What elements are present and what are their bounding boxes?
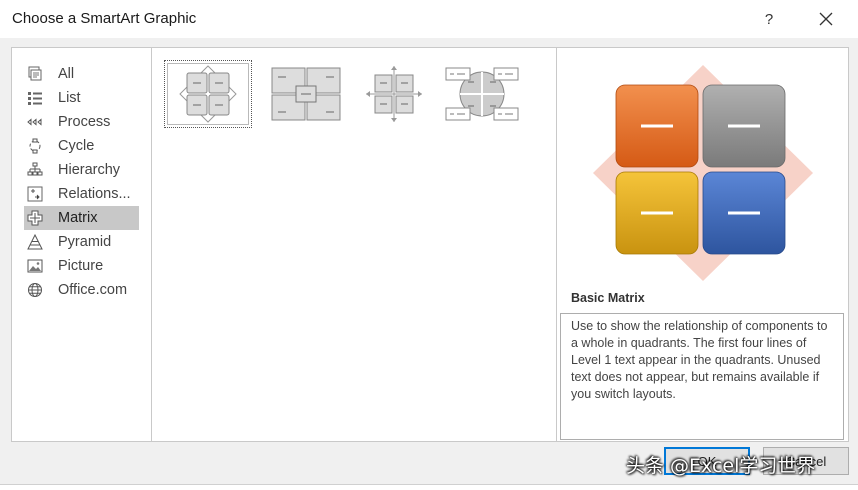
sheet-strip (0, 484, 858, 490)
all-icon (24, 66, 58, 82)
titled-matrix-thumbnail-icon (271, 67, 341, 121)
category-picture[interactable]: Picture (24, 254, 139, 278)
category-label: Pyramid (58, 234, 112, 250)
layout-basic-matrix[interactable] (164, 60, 252, 128)
cycle-icon (24, 138, 58, 154)
category-process[interactable]: Process (24, 110, 139, 134)
category-list-item[interactable]: List (24, 86, 139, 110)
category-pyramid[interactable]: Pyramid (24, 230, 139, 254)
category-panel: All List Process Cycle Hierarchy Relatio… (11, 47, 151, 442)
category-label: Office.com (58, 282, 128, 298)
category-label: Process (58, 114, 111, 130)
category-label: Matrix (58, 210, 98, 226)
category-label: List (58, 90, 81, 106)
cancel-button[interactable]: Cancel (763, 447, 849, 475)
relationship-icon (24, 186, 58, 202)
preview-graphic (585, 60, 821, 286)
process-icon (24, 114, 58, 130)
cycle-matrix-thumbnail-icon (445, 67, 519, 121)
hierarchy-icon (24, 162, 58, 178)
globe-icon (24, 282, 58, 298)
category-all[interactable]: All (24, 62, 139, 86)
ok-button[interactable]: OK (664, 447, 750, 475)
category-label: Cycle (58, 138, 95, 154)
category-office-com[interactable]: Office.com (24, 278, 139, 302)
help-button[interactable]: ? (754, 4, 784, 34)
category-label: Picture (58, 258, 104, 274)
picture-icon (24, 258, 58, 274)
close-icon (819, 12, 833, 26)
layout-grid-matrix[interactable] (350, 60, 438, 128)
category-label: Relations... (58, 186, 131, 202)
dialog-title: Choose a SmartArt Graphic (12, 10, 197, 27)
category-relationship[interactable]: Relations... (24, 182, 139, 206)
title-bar: Choose a SmartArt Graphic ? (0, 0, 858, 38)
category-cycle[interactable]: Cycle (24, 134, 139, 158)
basic-matrix-thumbnail-icon (179, 65, 237, 123)
preview-description: Use to show the relationship of componen… (560, 313, 844, 440)
preview-panel: Basic Matrix Use to show the relationshi… (557, 47, 849, 442)
pyramid-icon (24, 234, 58, 250)
category-list: All List Process Cycle Hierarchy Relatio… (24, 62, 139, 302)
category-label: Hierarchy (58, 162, 121, 178)
basic-matrix-preview-icon (593, 65, 813, 281)
smartart-dialog: Choose a SmartArt Graphic ? All List Pro… (0, 0, 858, 490)
category-hierarchy[interactable]: Hierarchy (24, 158, 139, 182)
list-icon (24, 90, 58, 106)
grid-matrix-thumbnail-icon (366, 66, 422, 122)
preview-title: Basic Matrix (571, 291, 645, 305)
close-button[interactable] (811, 4, 841, 34)
category-label: All (58, 66, 75, 82)
category-matrix[interactable]: Matrix (24, 206, 139, 230)
matrix-icon (24, 210, 58, 226)
layout-gallery (151, 47, 557, 442)
layout-cycle-matrix[interactable] (438, 60, 526, 128)
layout-titled-matrix[interactable] (262, 60, 350, 128)
